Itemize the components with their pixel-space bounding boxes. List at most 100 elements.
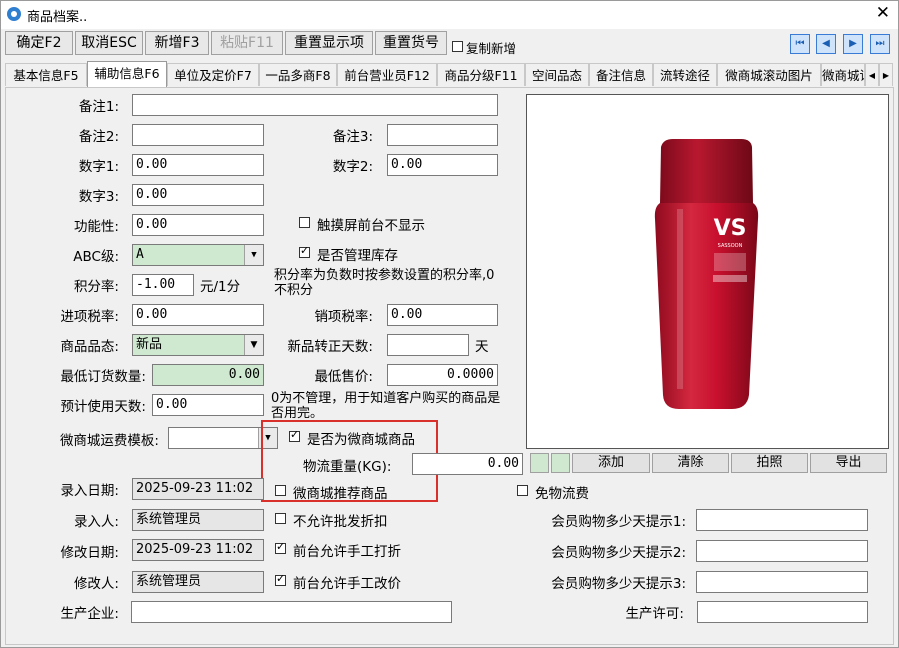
remind3-input[interactable] — [696, 571, 868, 593]
out-tax-input[interactable]: 0.00 — [387, 304, 498, 326]
num1-input[interactable]: 0.00 — [132, 154, 264, 176]
title-bar: 商品档案.. ✕ — [1, 1, 898, 29]
image-photo-button[interactable]: 拍照 — [731, 453, 808, 473]
mall-recommend-checkbox[interactable] — [275, 485, 286, 496]
manage-stock-checkbox[interactable] — [299, 244, 310, 258]
freight-label: 微商城运费模板: — [59, 433, 159, 449]
entry-user-field: 系统管理员 — [132, 509, 264, 531]
copy-new-checkbox[interactable] — [452, 41, 463, 52]
tab-basic-info[interactable]: 基本信息F5 — [5, 63, 87, 86]
function-label: 功能性: — [73, 219, 119, 235]
new-days-input[interactable] — [387, 334, 469, 356]
tab-unit-price[interactable]: 单位及定价F7 — [167, 63, 259, 86]
tab-mall-details[interactable]: 微商城详情 — [821, 63, 865, 86]
manual-discount-checkbox[interactable] — [275, 540, 286, 554]
last-record-icon[interactable]: ⏭ — [870, 34, 890, 54]
add-button[interactable]: 新增F3 — [145, 31, 209, 55]
tab-multi-supplier[interactable]: 一品多商F8 — [259, 63, 337, 86]
free-ship-label: 免物流费 — [535, 486, 589, 502]
chevron-down-icon[interactable]: ▼ — [244, 245, 263, 265]
use-days-input[interactable]: 0.00 — [152, 394, 264, 416]
entry-user-label: 录入人: — [73, 514, 119, 530]
function-input[interactable]: 0.00 — [132, 214, 264, 236]
no-discount-checkbox[interactable] — [275, 513, 286, 524]
abc-select[interactable]: A ▼ — [132, 244, 264, 266]
state-select[interactable]: 新品 ▼ — [132, 334, 264, 356]
first-record-icon[interactable]: ⏮ — [790, 34, 810, 54]
producer-input[interactable] — [131, 601, 452, 623]
num3-label: 数字3: — [78, 189, 119, 205]
product-image-frame[interactable]: VS SASSOON — [526, 94, 889, 449]
image-clear-button[interactable]: 清除 — [652, 453, 729, 473]
mall-recommend-label: 微商城推荐商品 — [293, 486, 388, 502]
image-add-button[interactable]: 添加 — [572, 453, 650, 473]
svg-text:SASSOON: SASSOON — [718, 243, 743, 249]
tab-remarks[interactable]: 备注信息 — [589, 63, 653, 86]
confirm-button[interactable]: 确定F2 — [5, 31, 73, 55]
tab-space-state[interactable]: 空间品态 — [525, 63, 589, 86]
tab-aux-info[interactable]: 辅助信息F6 — [87, 61, 167, 87]
note2-label: 备注2: — [78, 129, 119, 145]
paste-button[interactable]: 粘贴F11 — [211, 31, 283, 55]
no-discount-label: 不允许批发折扣 — [293, 514, 388, 530]
remind2-label: 会员购物多少天提示2: — [551, 545, 686, 561]
in-tax-input[interactable]: 0.00 — [132, 304, 264, 326]
note2-input[interactable] — [132, 124, 264, 146]
copy-new-label: 复制新增 — [466, 41, 517, 56]
mod-date-label: 修改日期: — [60, 545, 119, 561]
image-prev-button[interactable] — [530, 453, 549, 473]
image-export-button[interactable]: 导出 — [810, 453, 887, 473]
tab-mall-scroll-images[interactable]: 微商城滚动图片 — [717, 63, 821, 86]
num3-input[interactable]: 0.00 — [132, 184, 264, 206]
touch-hide-checkbox[interactable] — [299, 217, 310, 228]
weight-input[interactable]: 0.00 — [412, 453, 523, 475]
remind2-input[interactable] — [696, 540, 868, 562]
points-unit: 元/1分 — [200, 279, 241, 295]
manage-stock-label: 是否管理库存 — [317, 248, 398, 264]
tab-grading[interactable]: 商品分级F11 — [437, 63, 525, 86]
product-image: VS SASSOON — [654, 139, 759, 409]
mod-user-label: 修改人: — [73, 576, 119, 592]
tab-scroll-left-icon[interactable]: ◀ — [865, 63, 879, 86]
image-next-button[interactable] — [551, 453, 570, 473]
points-label: 积分率: — [73, 279, 119, 295]
close-icon[interactable]: ✕ — [876, 4, 890, 22]
prev-record-icon[interactable]: ◀ — [816, 34, 836, 54]
reset-display-button[interactable]: 重置显示项 — [285, 31, 373, 55]
reset-code-button[interactable]: 重置货号 — [375, 31, 447, 55]
remind1-input[interactable] — [696, 509, 868, 531]
window-title: 商品档案.. — [27, 10, 88, 25]
note3-input[interactable] — [387, 124, 498, 146]
use-days-note: 0为不管理，用于知道客户购买的商品是否用完。 — [271, 391, 501, 420]
num2-label: 数字2: — [332, 159, 373, 175]
entry-date-label: 录入日期: — [60, 483, 119, 499]
license-input[interactable] — [697, 601, 868, 623]
note1-label: 备注1: — [78, 99, 119, 115]
next-record-icon[interactable]: ▶ — [843, 34, 863, 54]
manual-discount-label: 前台允许手工打折 — [293, 544, 401, 560]
num2-input[interactable]: 0.00 — [387, 154, 498, 176]
remind3-label: 会员购物多少天提示3: — [551, 576, 686, 592]
remind1-label: 会员购物多少天提示1: — [551, 514, 686, 530]
abc-label: ABC级: — [73, 249, 119, 265]
abc-value: A — [136, 247, 144, 262]
free-ship-checkbox[interactable] — [517, 485, 528, 496]
chevron-down-icon[interactable]: ▼ — [244, 335, 263, 355]
new-days-unit: 天 — [475, 339, 489, 355]
cancel-button[interactable]: 取消ESC — [75, 31, 143, 55]
min-order-input[interactable]: 0.00 — [152, 364, 264, 386]
is-mall-label: 是否为微商城商品 — [307, 432, 415, 448]
manual-price-label: 前台允许手工改价 — [293, 576, 401, 592]
min-price-input[interactable]: 0.0000 — [387, 364, 498, 386]
tab-scroll-right-icon[interactable]: ▶ — [879, 63, 893, 86]
note1-input[interactable] — [132, 94, 498, 116]
mod-user-field: 系统管理员 — [132, 571, 264, 593]
tab-circulation[interactable]: 流转途径 — [653, 63, 717, 86]
is-mall-checkbox[interactable] — [289, 428, 300, 442]
entry-date-field: 2025-09-23 11:02 — [132, 478, 264, 500]
manual-price-checkbox[interactable] — [275, 572, 286, 586]
new-days-label: 新品转正天数: — [287, 339, 373, 355]
points-input[interactable]: -1.00 — [132, 274, 194, 296]
state-value: 新品 — [136, 337, 163, 352]
tab-salesclerk[interactable]: 前台营业员F12 — [337, 63, 437, 86]
